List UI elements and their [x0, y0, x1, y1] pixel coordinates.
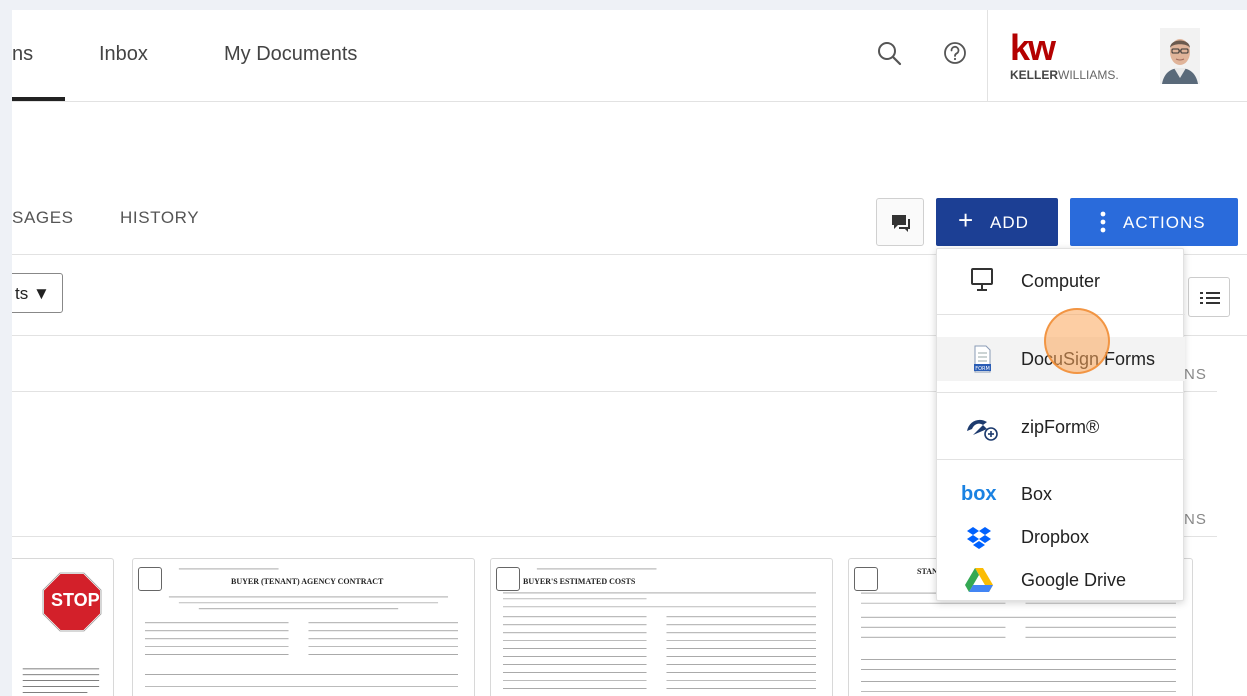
actions-button[interactable]: ACTIONS	[1070, 198, 1238, 246]
dropbox-icon	[967, 527, 991, 549]
logo-text: KELLERWILLIAMS.	[1010, 68, 1119, 82]
form-icon: FORM	[974, 345, 991, 373]
document-title: STAN	[917, 567, 938, 576]
menu-divider	[937, 459, 1185, 460]
documents-filter-select[interactable]: ts ▼	[12, 273, 63, 313]
add-button[interactable]: + ADD	[936, 198, 1058, 246]
add-menu: Computer FORM DocuSign Forms zipForm® bo…	[936, 248, 1185, 602]
nav-tab-my-documents[interactable]: My Documents	[224, 43, 357, 66]
document-title: BUYER'S ESTIMATED COSTS	[523, 577, 636, 586]
nav-active-underline	[12, 97, 65, 101]
add-menu-item-label: Dropbox	[1021, 527, 1090, 547]
add-menu-item-label: Google Drive	[1021, 570, 1127, 590]
menu-divider	[937, 314, 1185, 315]
page: ns Inbox My Documents kw KELLERWILLIAMS.	[12, 10, 1247, 696]
column-header-truncated-2: NS	[1184, 511, 1207, 528]
add-menu-item-zipform[interactable]: zipForm®	[937, 405, 1185, 449]
nav-divider	[987, 10, 988, 102]
add-menu-item-computer[interactable]: Computer	[937, 259, 1185, 303]
subtab-history[interactable]: HISTORY	[120, 208, 199, 228]
box-icon: box	[961, 483, 997, 505]
svg-text:box: box	[961, 483, 997, 505]
list-icon	[1200, 292, 1220, 304]
nav-tab-active[interactable]: ns	[12, 43, 33, 66]
help-icon[interactable]	[940, 38, 970, 68]
document-preview	[22, 668, 100, 693]
svg-text:FORM: FORM	[975, 366, 990, 372]
plus-icon: +	[958, 205, 975, 235]
document-checkbox[interactable]	[138, 567, 162, 591]
subtab-messages[interactable]: SAGES	[12, 208, 74, 228]
avatar[interactable]	[1160, 28, 1200, 84]
search-icon[interactable]	[874, 38, 904, 68]
zipform-icon	[967, 419, 998, 441]
column-header-truncated: NS	[1184, 366, 1207, 383]
add-menu-item-label: zipForm®	[1021, 417, 1100, 437]
add-menu-item-box[interactable]: box Box	[937, 472, 1185, 516]
add-menu-item-label: Computer	[1021, 271, 1101, 291]
menu-divider	[937, 392, 1185, 393]
add-button-label: ADD	[990, 213, 1029, 232]
document-thumbnail[interactable]: BUYER (TENANT) AGENCY CONTRACT	[132, 558, 475, 696]
add-menu-item-docusign-forms[interactable]: FORM DocuSign Forms	[937, 337, 1185, 381]
add-menu-item-dropbox[interactable]: Dropbox	[937, 515, 1185, 559]
logo-mark: kw	[1010, 27, 1056, 68]
document-checkbox[interactable]	[854, 567, 878, 591]
document-title: BUYER (TENANT) AGENCY CONTRACT	[231, 577, 384, 586]
add-menu-item-label: Box	[1021, 484, 1053, 504]
monitor-icon	[971, 268, 993, 291]
filter-value: ts ▼	[15, 284, 50, 303]
document-checkbox[interactable]	[496, 567, 520, 591]
add-menu-item-label: DocuSign Forms	[1021, 349, 1156, 369]
comments-button[interactable]	[876, 198, 924, 246]
google-drive-icon	[965, 568, 993, 592]
chat-icon	[892, 215, 910, 232]
document-thumbnail[interactable]: STOP	[12, 558, 114, 696]
add-menu-item-google-drive[interactable]: Google Drive	[937, 558, 1185, 602]
document-thumbnail[interactable]: BUYER'S ESTIMATED COSTS	[490, 558, 833, 696]
actions-button-label: ACTIONS	[1123, 213, 1206, 232]
keller-williams-logo[interactable]: kw KELLERWILLIAMS.	[1010, 30, 1120, 86]
list-view-toggle[interactable]	[1188, 277, 1230, 317]
nav-tab-inbox[interactable]: Inbox	[99, 43, 148, 66]
top-nav: ns Inbox My Documents kw KELLERWILLIAMS.	[12, 10, 1247, 102]
more-vertical-icon	[1100, 211, 1106, 233]
